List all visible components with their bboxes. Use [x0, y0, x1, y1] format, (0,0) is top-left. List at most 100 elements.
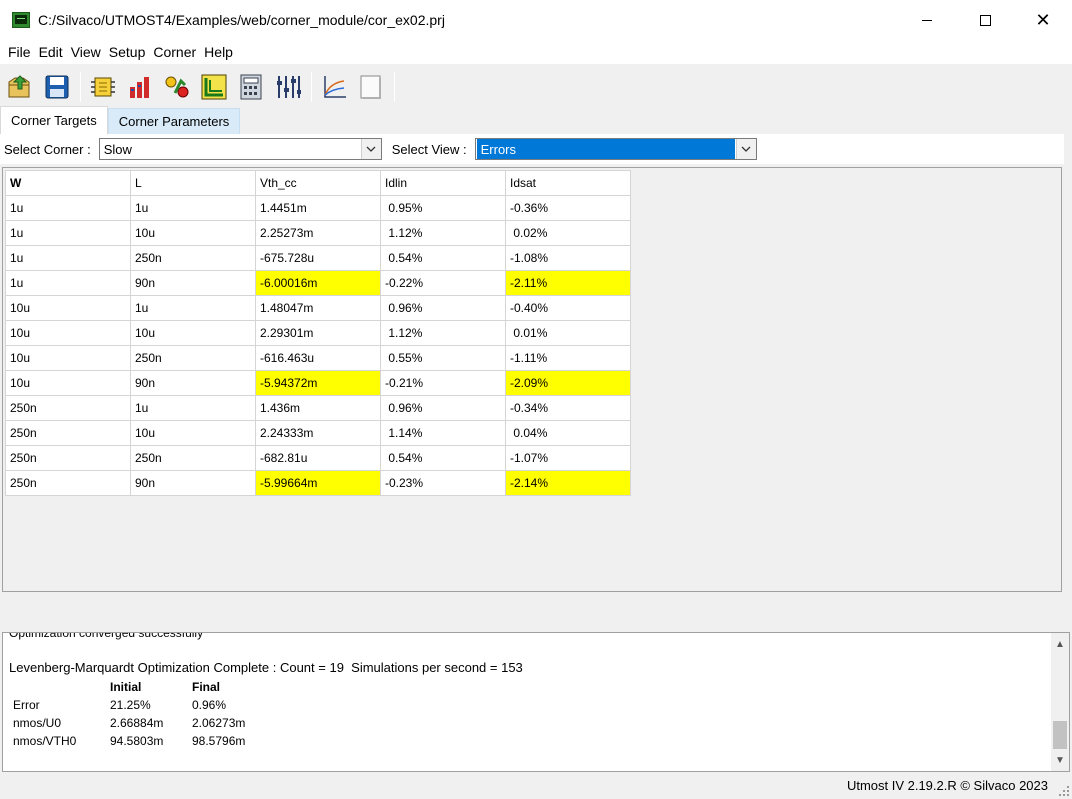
table-row[interactable]: 250n 10u 2.24333m 1.14% 0.04% [5, 420, 631, 446]
chevron-down-icon[interactable] [360, 139, 381, 159]
corner-targets-table[interactable]: W L Vth_cc Idlin Idsat 1u 1u 1.4451m 0.95%… [5, 170, 631, 496]
scrollbar-thumb[interactable] [1053, 721, 1067, 749]
scroll-up-icon[interactable]: ▲ [1051, 635, 1069, 653]
chevron-down-icon[interactable] [735, 139, 756, 159]
cell-vth-cc[interactable]: 1.48047m [255, 295, 381, 321]
plot-button[interactable] [198, 71, 230, 103]
cell-idlin[interactable]: 1.12% [380, 320, 506, 346]
cell-l[interactable]: 90n [130, 270, 256, 296]
table-row[interactable]: 10u 1u 1.48047m 0.96% -0.40% [5, 295, 631, 321]
resize-grip-icon[interactable] [1058, 785, 1070, 797]
cell-l[interactable]: 1u [130, 195, 256, 221]
cell-idlin[interactable]: 0.55% [380, 345, 506, 371]
minimize-button[interactable] [898, 0, 956, 40]
table-row[interactable]: 250n 250n -682.81u 0.54% -1.07% [5, 445, 631, 471]
cell-w[interactable]: 10u [5, 370, 131, 396]
cell-l[interactable]: 250n [130, 445, 256, 471]
cell-idlin[interactable]: 0.54% [380, 245, 506, 271]
cell-vth-cc[interactable]: 2.24333m [255, 420, 381, 446]
cell-idlin[interactable]: 1.14% [380, 420, 506, 446]
table-row[interactable]: 1u 250n -675.728u 0.54% -1.08% [5, 245, 631, 271]
cell-w[interactable]: 1u [5, 245, 131, 271]
menu-help[interactable]: Help [200, 42, 237, 62]
cell-w[interactable]: 10u [5, 295, 131, 321]
cell-idsat[interactable]: -1.08% [505, 245, 631, 271]
cell-w[interactable]: 1u [5, 220, 131, 246]
select-corner-dropdown[interactable]: Slow [98, 138, 382, 160]
cell-l[interactable]: 1u [130, 295, 256, 321]
table-row[interactable]: 1u 1u 1.4451m 0.95% -0.36% [5, 195, 631, 221]
column-header-idsat[interactable]: Idsat [505, 170, 631, 196]
cell-idlin[interactable]: -0.21% [380, 370, 506, 396]
menu-view[interactable]: View [67, 42, 105, 62]
cell-vth-cc[interactable]: -682.81u [255, 445, 381, 471]
transfer-button[interactable] [161, 71, 193, 103]
cell-w[interactable]: 250n [5, 445, 131, 471]
table-row[interactable]: 1u 10u 2.25273m 1.12% 0.02% [5, 220, 631, 246]
log-scrollbar[interactable]: ▲ ▼ [1051, 633, 1069, 771]
cell-l[interactable]: 90n [130, 470, 256, 496]
column-header-idlin[interactable]: Idlin [380, 170, 506, 196]
column-header-w[interactable]: W [5, 170, 131, 196]
cell-idlin[interactable]: 0.95% [380, 195, 506, 221]
save-button[interactable] [41, 71, 73, 103]
cell-idsat[interactable]: -1.07% [505, 445, 631, 471]
table-row[interactable]: 10u 10u 2.29301m 1.12% 0.01% [5, 320, 631, 346]
cell-vth-cc[interactable]: -6.00016m [255, 270, 381, 296]
cell-idsat[interactable]: -2.09% [505, 370, 631, 396]
calculator-button[interactable] [235, 71, 267, 103]
menu-edit[interactable]: Edit [35, 42, 67, 62]
menu-setup[interactable]: Setup [105, 42, 150, 62]
cell-idlin[interactable]: -0.23% [380, 470, 506, 496]
cell-w[interactable]: 250n [5, 395, 131, 421]
bar-chart-button[interactable] [124, 71, 156, 103]
blank-page-button[interactable] [355, 71, 387, 103]
cell-idlin[interactable]: 0.54% [380, 445, 506, 471]
app-icon[interactable] [12, 12, 30, 28]
menu-file[interactable]: File [4, 42, 35, 62]
cell-vth-cc[interactable]: -616.463u [255, 345, 381, 371]
cell-l[interactable]: 250n [130, 245, 256, 271]
cell-idsat[interactable]: -2.14% [505, 470, 631, 496]
cell-idsat[interactable]: 0.04% [505, 420, 631, 446]
table-row[interactable]: 10u 250n -616.463u 0.55% -1.11% [5, 345, 631, 371]
table-row[interactable]: 250n 1u 1.436m 0.96% -0.34% [5, 395, 631, 421]
cell-w[interactable]: 1u [5, 270, 131, 296]
cell-idsat[interactable]: -0.36% [505, 195, 631, 221]
table-row[interactable]: 250n 90n -5.99664m -0.23% -2.14% [5, 470, 631, 496]
column-header-l[interactable]: L [130, 170, 256, 196]
cell-l[interactable]: 90n [130, 370, 256, 396]
table-row[interactable]: 1u 90n -6.00016m -0.22% -2.11% [5, 270, 631, 296]
tab-corner-parameters[interactable]: Corner Parameters [107, 108, 241, 134]
log-panel[interactable]: Optimization converged successfully Leve… [2, 632, 1070, 772]
cell-l[interactable]: 10u [130, 320, 256, 346]
cell-vth-cc[interactable]: -675.728u [255, 245, 381, 271]
cell-idsat[interactable]: 0.02% [505, 220, 631, 246]
cell-w[interactable]: 250n [5, 470, 131, 496]
cell-idlin[interactable]: 1.12% [380, 220, 506, 246]
cell-vth-cc[interactable]: -5.99664m [255, 470, 381, 496]
cell-w[interactable]: 1u [5, 195, 131, 221]
cell-vth-cc[interactable]: 2.29301m [255, 320, 381, 346]
column-header-vth-cc[interactable]: Vth_cc [255, 170, 381, 196]
cell-w[interactable]: 250n [5, 420, 131, 446]
cell-vth-cc[interactable]: 1.436m [255, 395, 381, 421]
cell-idlin[interactable]: -0.22% [380, 270, 506, 296]
cell-l[interactable]: 10u [130, 420, 256, 446]
cell-idsat[interactable]: -0.40% [505, 295, 631, 321]
cell-idlin[interactable]: 0.96% [380, 395, 506, 421]
tab-corner-targets[interactable]: Corner Targets [0, 106, 108, 134]
menu-corner[interactable]: Corner [149, 42, 200, 62]
cell-idsat[interactable]: 0.01% [505, 320, 631, 346]
cell-l[interactable]: 10u [130, 220, 256, 246]
cell-l[interactable]: 250n [130, 345, 256, 371]
module-button[interactable] [87, 71, 119, 103]
graph-button[interactable] [318, 71, 350, 103]
scroll-down-icon[interactable]: ▼ [1051, 751, 1069, 769]
cell-idlin[interactable]: 0.96% [380, 295, 506, 321]
cell-vth-cc[interactable]: 1.4451m [255, 195, 381, 221]
cell-idsat[interactable]: -1.11% [505, 345, 631, 371]
cell-vth-cc[interactable]: -5.94372m [255, 370, 381, 396]
table-row[interactable]: 10u 90n -5.94372m -0.21% -2.09% [5, 370, 631, 396]
cell-idsat[interactable]: -2.11% [505, 270, 631, 296]
